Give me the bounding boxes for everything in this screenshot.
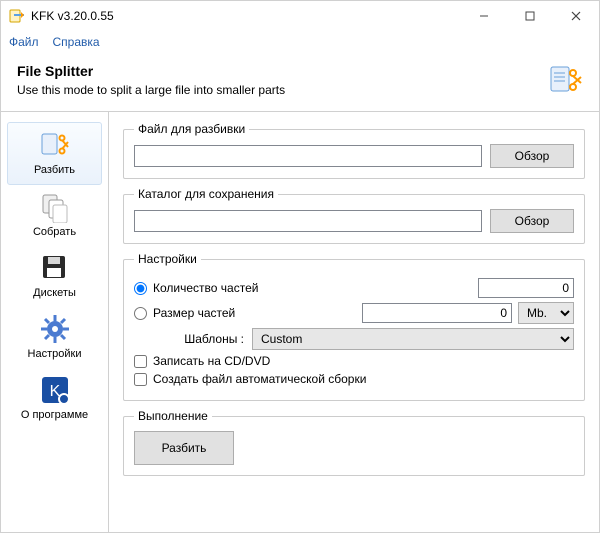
templates-label: Шаблоны :: [154, 332, 244, 346]
file-group: Файл для разбивки Обзор: [123, 122, 585, 179]
sidebar-item-label: О программе: [21, 409, 88, 421]
gear-icon: [39, 313, 71, 345]
header-subtitle: Use this mode to split a large file into…: [17, 83, 549, 97]
autorebuild-label: Создать файл автоматической сборки: [153, 372, 366, 386]
file-group-legend: Файл для разбивки: [134, 122, 249, 136]
split-button[interactable]: Разбить: [134, 431, 234, 465]
by-size-label: Размер частей: [153, 306, 263, 320]
minimize-button[interactable]: [461, 1, 507, 31]
main-panel: Файл для разбивки Обзор Каталог для сохр…: [109, 112, 599, 532]
size-input[interactable]: [362, 303, 512, 323]
sidebar-item-label: Дискеты: [33, 287, 76, 299]
settings-group: Настройки Количество частей Размер часте…: [123, 252, 585, 401]
browse-file-button[interactable]: Обзор: [490, 144, 574, 168]
templates-select[interactable]: Custom: [252, 328, 574, 350]
autorebuild-checkbox[interactable]: [134, 373, 147, 386]
dest-input[interactable]: [134, 210, 482, 232]
sidebar-item-rebuild[interactable]: Собрать: [1, 185, 108, 246]
split-icon: [549, 63, 583, 97]
sidebar-item-label: Собрать: [33, 226, 76, 238]
split-icon: [39, 129, 71, 161]
app-window: KFK v3.20.0.55 Файл Справка File Splitte…: [0, 0, 600, 533]
settings-legend: Настройки: [134, 252, 201, 266]
titlebar: KFK v3.20.0.55: [1, 1, 599, 31]
window-controls: [461, 1, 599, 31]
sidebar-item-split[interactable]: Разбить: [7, 122, 102, 185]
radio-by-size[interactable]: [134, 307, 147, 320]
sidebar-item-label: Разбить: [34, 164, 75, 176]
close-button[interactable]: [553, 1, 599, 31]
burn-label: Записать на CD/DVD: [153, 354, 270, 368]
sidebar: Разбить Собрать Дискеты Настройки K О пр…: [1, 112, 109, 532]
sidebar-item-disks[interactable]: Дискеты: [1, 246, 108, 307]
file-input[interactable]: [134, 145, 482, 167]
sidebar-item-about[interactable]: K О программе: [1, 368, 108, 429]
by-count-label: Количество частей: [153, 281, 472, 295]
count-input[interactable]: [478, 278, 574, 298]
sidebar-item-settings[interactable]: Настройки: [1, 307, 108, 368]
menu-help[interactable]: Справка: [53, 35, 100, 49]
window-title: KFK v3.20.0.55: [31, 9, 461, 23]
execution-group: Выполнение Разбить: [123, 409, 585, 476]
sidebar-item-label: Настройки: [28, 348, 82, 360]
radio-by-count[interactable]: [134, 282, 147, 295]
app-icon: [9, 8, 25, 24]
burn-checkbox[interactable]: [134, 355, 147, 368]
rebuild-icon: [39, 191, 71, 223]
floppy-icon: [39, 252, 71, 284]
menu-file[interactable]: Файл: [9, 35, 39, 49]
menubar: Файл Справка: [1, 31, 599, 53]
size-unit-select[interactable]: Mb.: [518, 302, 574, 324]
content: Разбить Собрать Дискеты Настройки K О пр…: [1, 112, 599, 532]
dest-group-legend: Каталог для сохранения: [134, 187, 278, 201]
header-title: File Splitter: [17, 63, 549, 79]
header: File Splitter Use this mode to split a l…: [1, 53, 599, 112]
execution-legend: Выполнение: [134, 409, 212, 423]
maximize-button[interactable]: [507, 1, 553, 31]
dest-group: Каталог для сохранения Обзор: [123, 187, 585, 244]
browse-dest-button[interactable]: Обзор: [490, 209, 574, 233]
about-icon: K: [39, 374, 71, 406]
